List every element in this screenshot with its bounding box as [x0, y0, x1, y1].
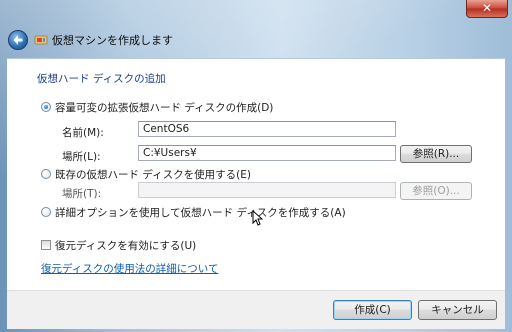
advanced-options-radio[interactable] [41, 207, 51, 217]
use-existing-disk-radio[interactable] [41, 169, 51, 179]
enable-restore-disks-checkbox[interactable] [41, 240, 51, 250]
create-new-disk-radio[interactable] [41, 102, 51, 112]
name-label: 名前(M): [62, 127, 104, 139]
create-new-disk-label[interactable]: 容量可変の拡張仮想ハード ディスクの作成(D) [55, 100, 273, 115]
back-button[interactable] [8, 30, 28, 50]
mouse-cursor-icon [252, 210, 263, 226]
cancel-button[interactable]: キャンセル [418, 300, 497, 320]
advanced-options-label[interactable]: 詳細オプションを使用して仮想ハード ディスクを作成する(A) [55, 205, 346, 220]
location-input[interactable]: C:¥Users¥ [138, 145, 396, 161]
existing-location-label: 場所(T): [62, 188, 102, 200]
use-existing-disk-label[interactable]: 既存の仮想ハード ディスクを使用する(E) [55, 167, 251, 182]
restore-disks-help-link[interactable]: 復元ディスクの使用法の詳細について [41, 261, 218, 276]
location-label: 場所(L): [62, 151, 101, 163]
name-input[interactable]: CentOS6 [138, 121, 396, 137]
close-icon: ✕ [481, 1, 493, 15]
window-title: 仮想マシンを作成します [52, 34, 173, 47]
wizard-footer: 作成(C) キャンセル [7, 290, 505, 329]
existing-location-input[interactable] [138, 182, 396, 198]
create-button[interactable]: 作成(C) [333, 300, 412, 320]
wizard-content: 仮想ハード ディスクの追加 容量可変の拡張仮想ハード ディスクの作成(D) 名前… [7, 58, 505, 291]
back-arrow-icon [13, 35, 23, 45]
existing-browse-button[interactable]: 参照(O)... [400, 182, 472, 200]
vm-wizard-icon [34, 35, 48, 45]
browse-button[interactable]: 参照(R)... [400, 145, 472, 163]
close-button[interactable]: ✕ [466, 0, 508, 18]
enable-restore-disks-label[interactable]: 復元ディスクを有効にする(U) [55, 238, 196, 253]
section-title: 仮想ハード ディスクの追加 [37, 73, 166, 85]
